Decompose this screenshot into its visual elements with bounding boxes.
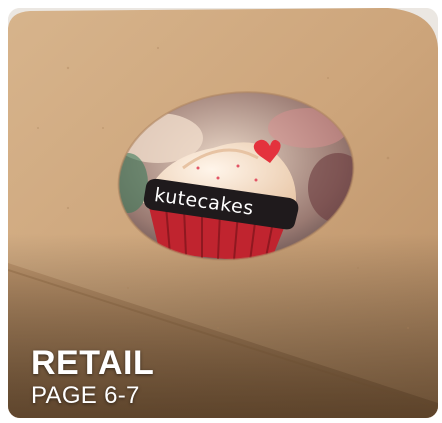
card-title: RETAIL — [31, 344, 155, 382]
card-caption: RETAIL PAGE 6-7 — [31, 344, 154, 410]
card-subtitle: PAGE 6-7 — [31, 382, 140, 409]
retail-card[interactable]: kutecakes RETAIL PAGE 6-7 — [8, 8, 438, 418]
